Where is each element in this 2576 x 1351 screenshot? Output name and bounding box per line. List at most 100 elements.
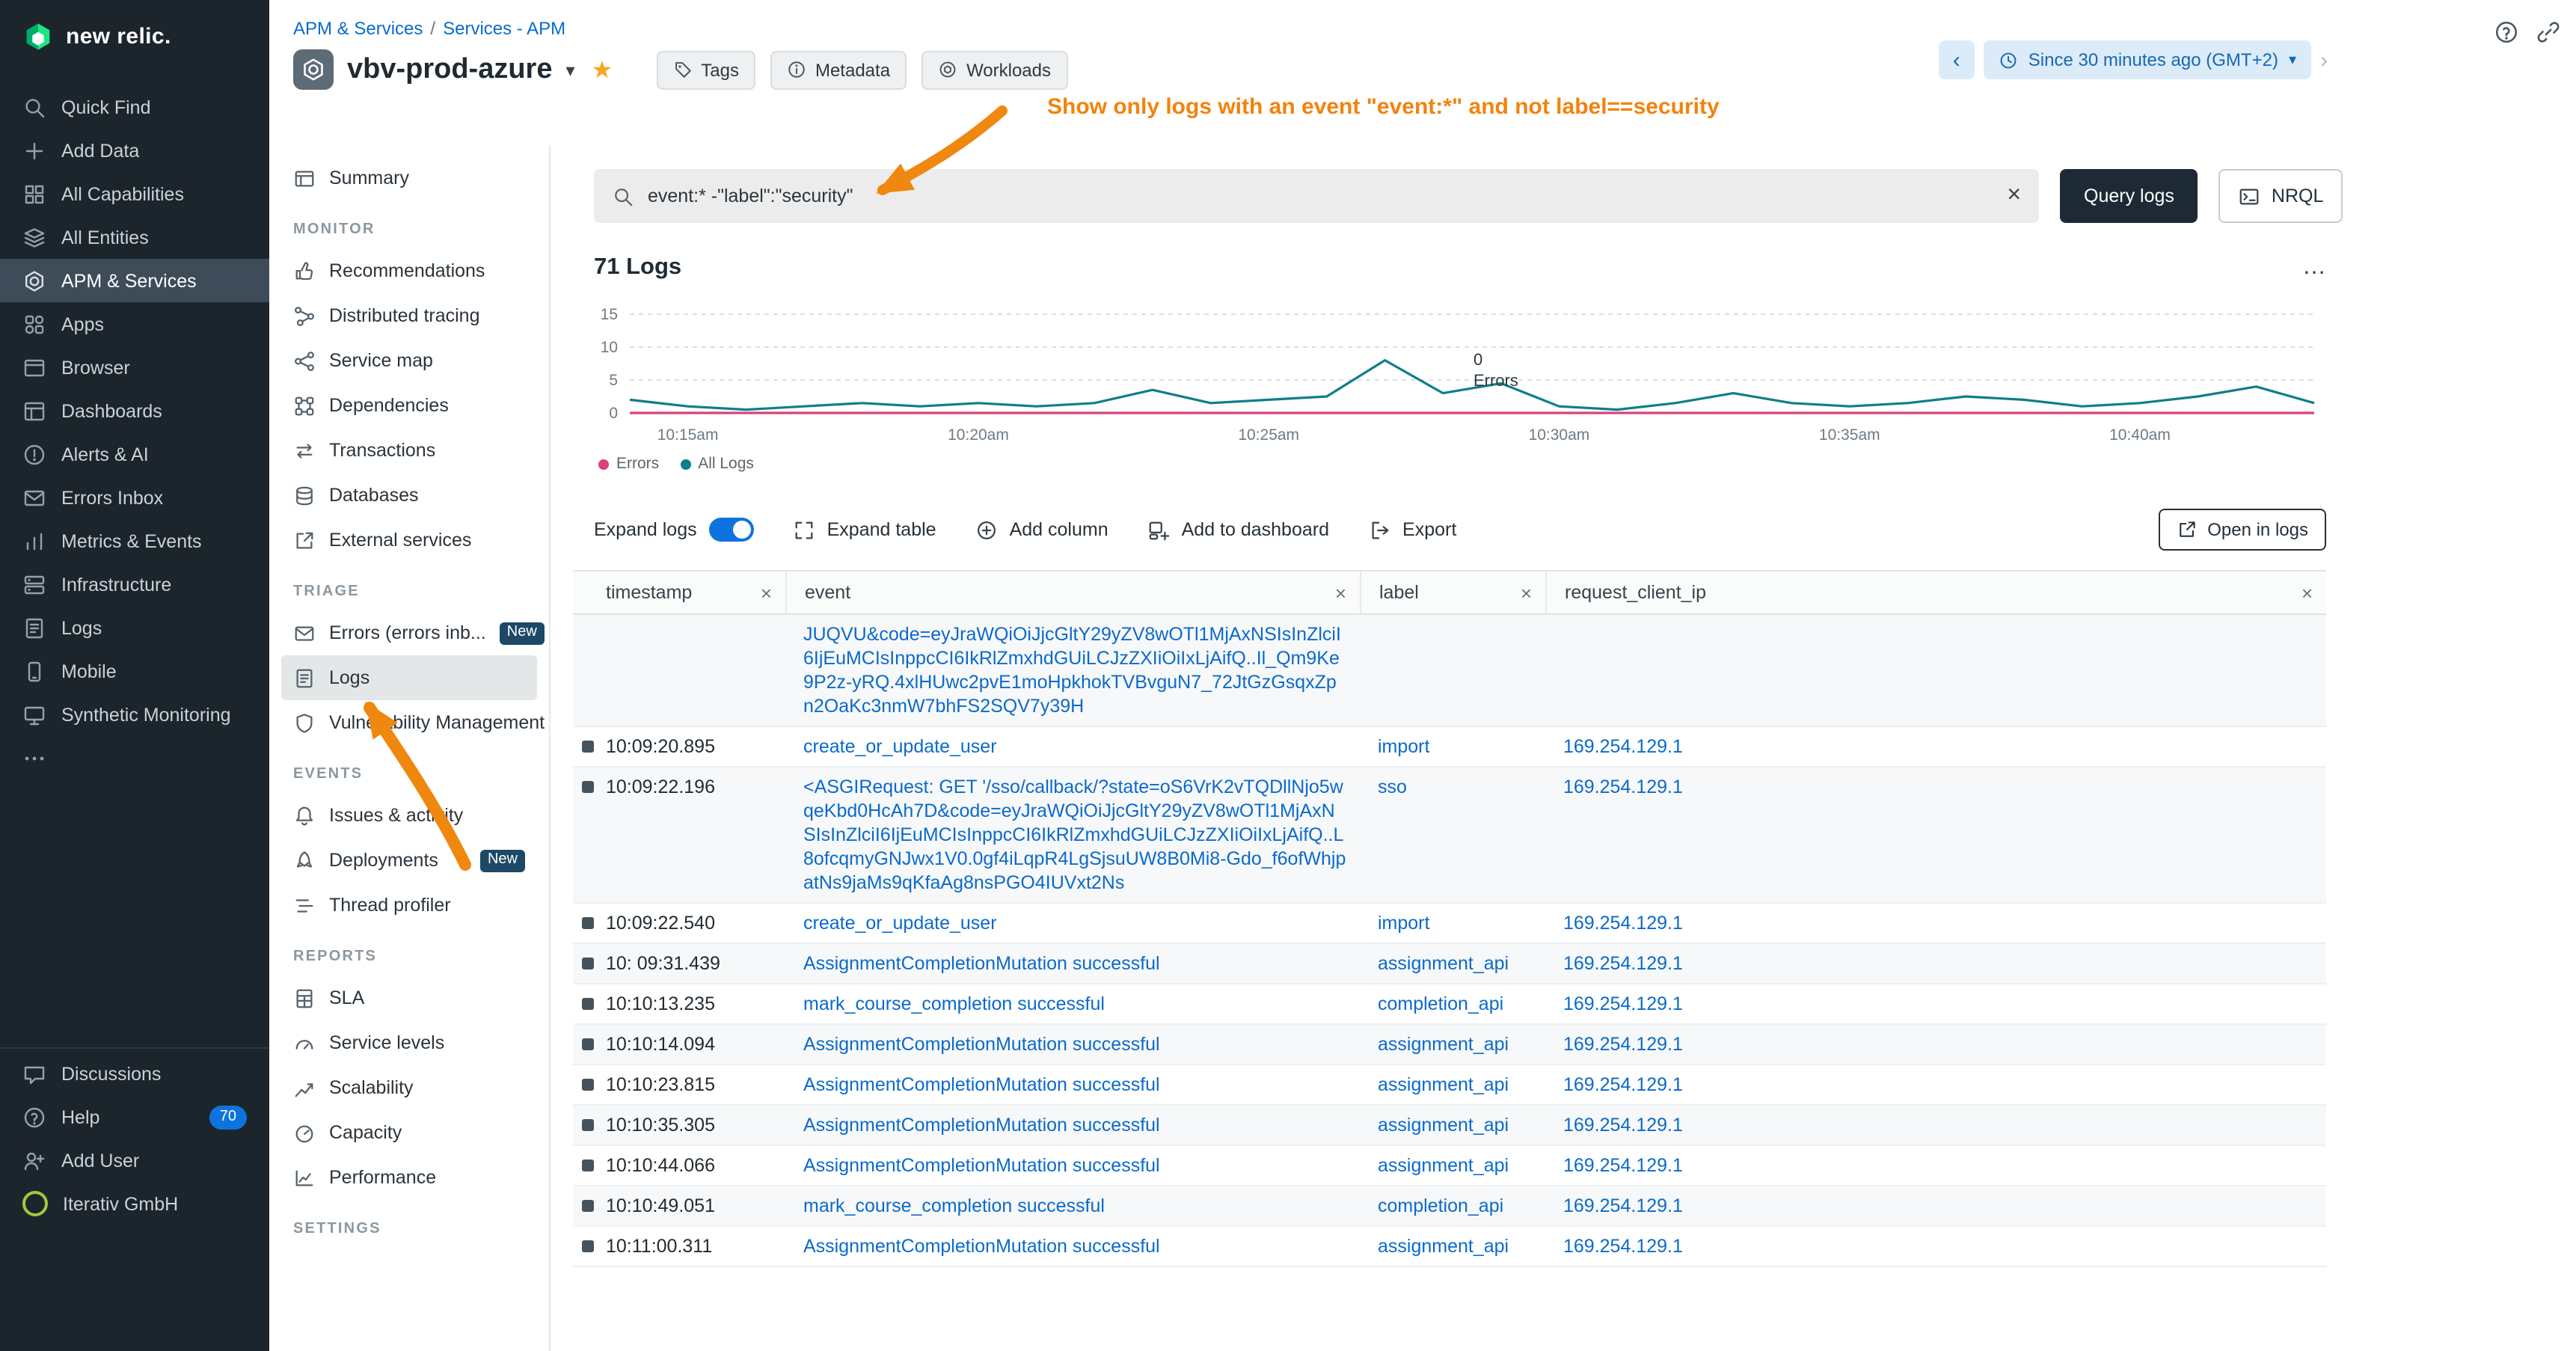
log-label-link[interactable]: assignment_api [1378,1115,1509,1136]
log-row[interactable]: 10:09:22.196<ASGIRequest: GET '/sso/call… [573,768,2326,904]
nav-item-recommendations[interactable]: Recommendations [281,248,537,293]
log-event-link[interactable]: mark_course_completion successful [803,1195,1105,1216]
sidebar-item-add-data[interactable]: Add Data [0,129,269,172]
breadcrumb-apm-services[interactable]: APM & Services [293,18,423,39]
row-grip-icon[interactable] [582,741,594,753]
sidebar-item-apps[interactable]: Apps [0,302,269,346]
favorite-star-icon[interactable]: ★ [592,55,613,85]
sidebar-item-apm-services[interactable]: APM & Services [0,259,269,302]
open-in-logs-button[interactable]: Open in logs [2158,509,2326,551]
legend-item-errors[interactable]: Errors [598,455,659,473]
row-grip-icon[interactable] [582,1240,594,1252]
log-ip-link[interactable]: 169.254.129.1 [1563,736,1683,757]
log-event-link[interactable]: AssignmentCompletionMutation successful [803,953,1160,974]
nav-item-external-services[interactable]: External services [281,518,537,563]
sidebar-item-discussions[interactable]: Discussions [0,1052,269,1095]
log-event-link[interactable]: create_or_update_user [803,913,997,934]
add-to-dashboard-button[interactable]: Add to dashboard [1147,518,1329,541]
remove-column-icon[interactable]: × [749,581,772,604]
log-event-link[interactable]: AssignmentCompletionMutation successful [803,1034,1160,1055]
sidebar-item-all-capabilities[interactable]: All Capabilities [0,172,269,215]
time-back-button[interactable]: ‹ [1939,40,1975,79]
log-row[interactable]: 10:10:14.094AssignmentCompletionMutation… [573,1025,2326,1065]
entity-action-tags[interactable]: Tags [656,50,755,89]
entity-action-metadata[interactable]: Metadata [770,50,907,89]
nav-item-dependencies[interactable]: Dependencies [281,383,537,428]
clear-query-icon[interactable]: × [2007,183,2021,209]
sidebar-item-infrastructure[interactable]: Infrastructure [0,563,269,606]
breadcrumb-services-apm[interactable]: Services - APM [443,18,565,39]
permalink-icon[interactable] [2536,19,2561,45]
sidebar-item-metrics-events[interactable]: Metrics & Events [0,519,269,563]
log-ip-link[interactable]: 169.254.129.1 [1563,993,1683,1014]
log-ip-link[interactable]: 169.254.129.1 [1563,953,1683,974]
row-grip-icon[interactable] [582,781,594,793]
nav-item-capacity[interactable]: Capacity [281,1110,537,1155]
row-grip-icon[interactable] [582,917,594,929]
nav-item-databases[interactable]: Databases [281,473,537,518]
sidebar-item-dashboards[interactable]: Dashboards [0,389,269,432]
nav-item-thread-profiler[interactable]: Thread profiler [281,883,537,928]
nav-item-issues-activity[interactable]: Issues & activity [281,793,537,838]
log-label-link[interactable]: import [1378,736,1429,757]
nav-item-logs[interactable]: Logs [281,655,537,700]
nav-item-summary[interactable]: Summary [281,156,537,200]
log-label-link[interactable]: completion_api [1378,1195,1503,1216]
log-row[interactable]: JUQVU&code=eyJraWQiOiJjcGltY29yZV8wOTl1M… [573,615,2326,727]
legend-item-all-logs[interactable]: All Logs [680,455,754,473]
sidebar-item-mobile[interactable]: Mobile [0,649,269,693]
log-row[interactable]: 10:10:44.066AssignmentCompletionMutation… [573,1146,2326,1186]
nrql-button[interactable]: NRQL [2219,169,2343,223]
sidebar-item-quick-find[interactable]: Quick Find [0,85,269,129]
sidebar-item-errors-inbox[interactable]: Errors Inbox [0,476,269,519]
remove-column-icon[interactable]: × [2290,581,2313,604]
row-grip-icon[interactable] [582,1119,594,1131]
log-event-link[interactable]: AssignmentCompletionMutation successful [803,1074,1160,1095]
nav-item-scalability[interactable]: Scalability [281,1065,537,1110]
entity-action-workloads[interactable]: Workloads [921,50,1067,89]
row-grip-icon[interactable] [582,998,594,1010]
row-grip-icon[interactable] [582,1200,594,1212]
log-event-link[interactable]: <ASGIRequest: GET '/sso/callback/?state=… [803,776,1346,893]
nav-item-distributed-tracing[interactable]: Distributed tracing [281,293,537,338]
log-ip-link[interactable]: 169.254.129.1 [1563,1195,1683,1216]
query-logs-button[interactable]: Query logs [2060,169,2198,223]
expand-logs-control[interactable]: Expand logs [594,518,754,542]
remove-column-icon[interactable]: × [1323,581,1346,604]
sidebar-item-alerts-ai[interactable]: Alerts & AI [0,432,269,476]
log-ip-link[interactable]: 169.254.129.1 [1563,1155,1683,1176]
sidebar-item-logs[interactable]: Logs [0,606,269,649]
sidebar-item-add-user[interactable]: Add User [0,1139,269,1182]
row-grip-icon[interactable] [582,1038,594,1050]
log-row[interactable]: 10:09:22.540create_or_update_userimport1… [573,904,2326,944]
log-label-link[interactable]: assignment_api [1378,1074,1509,1095]
log-ip-link[interactable]: 169.254.129.1 [1563,1034,1683,1055]
export-button[interactable]: Export [1368,518,1456,541]
sidebar-item-help[interactable]: Help70 [0,1095,269,1139]
log-query-input[interactable]: event:* -"label":"security" × [594,169,2039,223]
sidebar-item-synthetic-monitoring[interactable]: Synthetic Monitoring [0,693,269,736]
sidebar-item-more[interactable] [0,736,269,779]
log-ip-link[interactable]: 169.254.129.1 [1563,913,1683,934]
log-row[interactable]: 10:10:23.815AssignmentCompletionMutation… [573,1065,2326,1106]
row-grip-icon[interactable] [582,958,594,969]
log-event-link[interactable]: create_or_update_user [803,736,997,757]
log-label-link[interactable]: assignment_api [1378,1034,1509,1055]
log-row[interactable]: 10:10:13.235mark_course_completion succe… [573,984,2326,1025]
more-menu-icon[interactable]: … [2302,254,2326,281]
log-row[interactable]: 10:10:35.305AssignmentCompletionMutation… [573,1106,2326,1146]
new-relic-logo[interactable]: new relic. [0,0,269,72]
log-ip-link[interactable]: 169.254.129.1 [1563,776,1683,797]
log-event-link[interactable]: AssignmentCompletionMutation successful [803,1236,1160,1257]
nav-item-deployments[interactable]: DeploymentsNew [281,838,537,883]
add-column-button[interactable]: Add column [975,518,1108,541]
nav-item-service-levels[interactable]: Service levels [281,1020,537,1065]
log-ip-link[interactable]: 169.254.129.1 [1563,1115,1683,1136]
nav-item-performance[interactable]: Performance [281,1155,537,1200]
time-range-button[interactable]: Since 30 minutes ago (GMT+2) ▾ [1984,40,2311,79]
log-ip-link[interactable]: 169.254.129.1 [1563,1074,1683,1095]
expand-logs-toggle[interactable] [709,518,754,542]
log-row[interactable]: 10: 09:31.439AssignmentCompletionMutatio… [573,944,2326,984]
sidebar-item-iterativ-gmbh[interactable]: Iterativ GmbH [0,1182,269,1225]
log-row[interactable]: 10:10:49.051mark_course_completion succe… [573,1186,2326,1227]
